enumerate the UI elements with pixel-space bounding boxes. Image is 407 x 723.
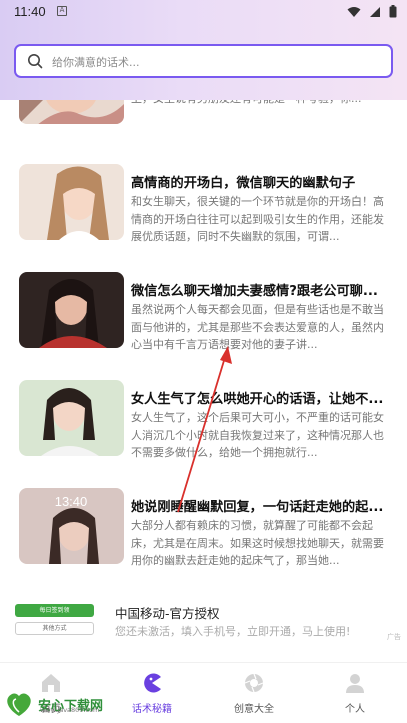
ad-tag: 广告	[387, 633, 401, 641]
article-thumbnail	[19, 272, 124, 348]
ad-primary-button[interactable]: 每日签到领	[15, 604, 94, 617]
tab-label: 话术秘籍	[132, 704, 172, 715]
article-description: 和女生聊天，很关键的一个环节就是你的开场白！高情商的开场白往往可以起到吸引女生的…	[131, 195, 384, 243]
article-thumbnail: 13:40	[19, 488, 124, 564]
tab-label: 创意大全	[234, 704, 274, 715]
article-thumbnail	[19, 380, 124, 456]
article-thumbnail	[19, 164, 124, 240]
battery-icon	[389, 5, 397, 18]
article-title: 高情商的开场白，微信聊天的幽默句子	[131, 176, 356, 191]
thumbnail-time-text: 13:40	[55, 494, 88, 509]
aperture-icon	[244, 673, 264, 693]
pacman-icon	[144, 673, 161, 693]
tab-ideas[interactable]: 创意大全	[214, 673, 294, 715]
ad-title: 中国移动-官方授权	[115, 606, 220, 621]
search-bar[interactable]	[14, 44, 393, 78]
watermark-logo-icon	[7, 693, 31, 716]
wifi-icon	[347, 6, 361, 17]
tab-label: 个人	[345, 704, 365, 715]
tab-scripts[interactable]: 话术秘籍	[112, 673, 192, 715]
search-input[interactable]	[52, 52, 372, 72]
article-title: 微信怎么聊天增加夫妻感情?跟老公可聊...	[131, 284, 378, 299]
list-item[interactable]: 高情商的开场白，微信聊天的幽默句子 和女生聊天，很关键的一个环节就是你的开场白！…	[0, 162, 407, 262]
article-description: 以为真，觉得自己没机会了，然后黯然退出。实际上，女生说有男朋友还有可能是一种考验…	[131, 100, 387, 126]
person-icon	[346, 674, 364, 693]
tab-profile[interactable]: 个人	[315, 673, 395, 715]
ad-image[interactable]: 每日签到领 其他方式	[15, 604, 94, 636]
status-time: 11:40	[14, 4, 46, 19]
ad-description: 您还未激活，填入手机号，立即开通，马上使用!	[115, 625, 351, 638]
annotation-arrow	[177, 346, 232, 513]
ad-secondary-button[interactable]: 其他方式	[15, 622, 94, 635]
site-watermark: 安心下载网 www.java800.com	[4, 690, 103, 718]
article-thumbnail	[19, 100, 124, 124]
notification-icon: A	[57, 6, 67, 16]
signal-icon	[370, 6, 380, 17]
status-bar: 11:40 A	[0, 0, 407, 26]
article-description: 大部分人都有赖床的习惯，就算醒了可能都不会起床，尤其是在周末。如果这时候想找她聊…	[131, 519, 384, 567]
search-icon	[28, 54, 43, 69]
watermark-url: www.java800.com	[40, 706, 100, 714]
ad-banner[interactable]: 每日签到领 其他方式 中国移动-官方授权 您还未激活，填入手机号，立即开通，马上…	[0, 596, 407, 646]
